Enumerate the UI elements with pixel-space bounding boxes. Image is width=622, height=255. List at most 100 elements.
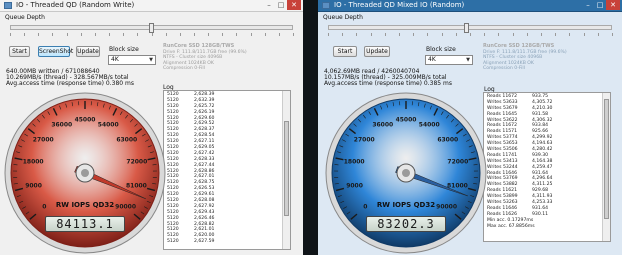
drive-name: RunCore SSD 128GB/TWS bbox=[483, 43, 555, 49]
drive-info-line: Compression 0-Fill bbox=[163, 66, 205, 71]
slider-tick bbox=[236, 33, 238, 36]
gauge-tick-label: 9000 bbox=[346, 182, 363, 190]
gauge-tick-label: 45000 bbox=[395, 116, 417, 124]
slider-tick bbox=[583, 33, 585, 36]
start-button[interactable]: Start bbox=[9, 46, 30, 57]
chevron-down-icon: ▼ bbox=[466, 57, 470, 63]
queue-depth-label: Queue Depth bbox=[323, 14, 363, 21]
slider-tick bbox=[328, 33, 329, 36]
slider-tick bbox=[24, 33, 26, 36]
queue-depth-label: Queue Depth bbox=[5, 14, 45, 21]
maximize-button[interactable]: □ bbox=[594, 0, 606, 10]
slider-tick bbox=[165, 33, 167, 36]
screenshot-button[interactable]: ScreenShot bbox=[38, 46, 73, 57]
slider-tick bbox=[356, 33, 358, 36]
gauge-tick-label: 72000 bbox=[126, 158, 148, 166]
app-icon bbox=[322, 2, 330, 9]
slider-tick bbox=[293, 33, 294, 36]
gauge-tick-label: 63000 bbox=[437, 136, 459, 144]
log-cell: 2,627.59 bbox=[194, 239, 215, 245]
slider-tick bbox=[278, 33, 280, 36]
slider-tick bbox=[498, 33, 500, 36]
log-list[interactable]: 5120 2,628.39 5120 2,632.39 5120 2,625.72 5120… bbox=[163, 90, 291, 250]
slider-tick bbox=[569, 33, 571, 36]
close-button[interactable]: ✕ bbox=[606, 0, 620, 10]
slider-tick bbox=[80, 33, 82, 36]
window-title: IO - Threaded QD Mixed IO (Random) bbox=[334, 1, 465, 9]
minimize-button[interactable]: – bbox=[263, 0, 275, 10]
window-mixed-io: IO - Threaded QD Mixed IO (Random) – □ ✕… bbox=[318, 0, 622, 255]
slider-tick bbox=[222, 33, 224, 36]
queue-depth-slider-thumb[interactable] bbox=[149, 23, 154, 33]
maximize-button[interactable]: □ bbox=[275, 0, 287, 10]
slider-tick bbox=[94, 33, 96, 36]
slider-tick bbox=[179, 33, 181, 36]
log-cell: Max acc. 67.8856ms bbox=[487, 223, 535, 229]
gauge-tick-label: 27000 bbox=[353, 136, 375, 144]
chevron-down-icon: ▼ bbox=[149, 57, 153, 63]
queue-depth-slider[interactable] bbox=[10, 23, 293, 33]
slider-tick bbox=[413, 33, 415, 36]
gauge-tick-label: 0 bbox=[42, 203, 47, 211]
close-button[interactable]: ✕ bbox=[287, 0, 301, 10]
slider-tick bbox=[541, 33, 542, 36]
log-cell: 5120 bbox=[167, 239, 179, 245]
slider-tick bbox=[555, 33, 557, 36]
iops-gauge: RW IOPS QD32 83202.3 0 9000 18000 27000 3600… bbox=[324, 91, 488, 255]
gauge-tick-label: 9000 bbox=[25, 182, 42, 190]
slider-ticks bbox=[10, 33, 294, 36]
gauge-tick-label: 90000 bbox=[115, 203, 137, 211]
slider-tick bbox=[484, 33, 486, 36]
slider-tick bbox=[193, 33, 195, 36]
log-scrollbar-thumb[interactable] bbox=[284, 121, 289, 216]
slider-tick bbox=[66, 33, 68, 36]
slider-tick bbox=[208, 33, 210, 36]
log-list[interactable]: Reads 11672 933.75 Writes 53633 4,305.72 Wri… bbox=[483, 92, 611, 242]
queue-depth-slider-thumb[interactable] bbox=[464, 23, 469, 33]
drive-name: RunCore SSD 128GB/TWS bbox=[163, 43, 235, 49]
slider-tick bbox=[370, 33, 372, 36]
slider-tick bbox=[137, 33, 139, 36]
log-scrollbar[interactable] bbox=[602, 93, 610, 241]
slider-tick bbox=[123, 33, 125, 36]
queue-depth-slider[interactable] bbox=[328, 23, 612, 33]
update-button[interactable]: Update bbox=[76, 46, 100, 57]
slider-tick bbox=[384, 33, 386, 36]
gauge-tick-label: 27000 bbox=[32, 136, 54, 144]
slider-tick bbox=[512, 33, 514, 36]
slider-tick bbox=[52, 33, 54, 36]
title-bar[interactable]: IO - Threaded QD (Random Write) – □ ✕ bbox=[0, 0, 303, 12]
slider-tick bbox=[38, 33, 40, 36]
slider-tick bbox=[342, 33, 344, 36]
title-bar[interactable]: IO - Threaded QD Mixed IO (Random) – □ ✕ bbox=[318, 0, 622, 12]
app-icon bbox=[4, 2, 12, 9]
iops-gauge: RW IOPS QD32 84113.1 0 9000 18000 27000 3600… bbox=[3, 91, 167, 255]
gauge-tick-label: 72000 bbox=[447, 158, 469, 166]
slider-tick bbox=[441, 33, 443, 36]
block-size-select[interactable]: 4K ▼ bbox=[108, 55, 156, 65]
gauge-tick-label: 90000 bbox=[436, 203, 458, 211]
slider-ticks bbox=[328, 33, 613, 36]
log-scrollbar[interactable] bbox=[282, 91, 290, 249]
drive-info-line: Compression 0-Fill bbox=[483, 66, 525, 71]
gauge-tick-label: 36000 bbox=[372, 121, 394, 129]
slider-tick bbox=[10, 33, 11, 36]
gauge-hub-center bbox=[402, 169, 410, 177]
gauge-tick-label: 81000 bbox=[446, 182, 468, 190]
drive-info: RunCore SSD 128GB/TWS Drive F: 111.8/111… bbox=[163, 43, 247, 72]
update-button[interactable]: Update bbox=[364, 46, 390, 57]
block-size-select[interactable]: 4K ▼ bbox=[425, 55, 473, 65]
minimize-button[interactable]: – bbox=[582, 0, 594, 10]
log-row: 5120 2,628.39 bbox=[164, 91, 290, 98]
stats-line: Avg.access time (response time) 0.380 ms bbox=[6, 80, 134, 87]
gauge-tick-label: 0 bbox=[363, 203, 368, 211]
gauge-tick-label: 81000 bbox=[125, 182, 147, 190]
drive-info: RunCore SSD 128GB/TWS Drive F: 111.8/111… bbox=[483, 43, 567, 72]
log-row: Max acc. 67.8856ms bbox=[484, 224, 610, 230]
block-size-value: 4K bbox=[111, 56, 119, 63]
slider-tick bbox=[399, 33, 400, 36]
log-scrollbar-thumb[interactable] bbox=[604, 99, 609, 219]
client-area: Queue Depth Start Update Block size 4K ▼… bbox=[318, 12, 622, 255]
slider-tick bbox=[250, 33, 252, 36]
start-button[interactable]: Start bbox=[333, 46, 357, 57]
